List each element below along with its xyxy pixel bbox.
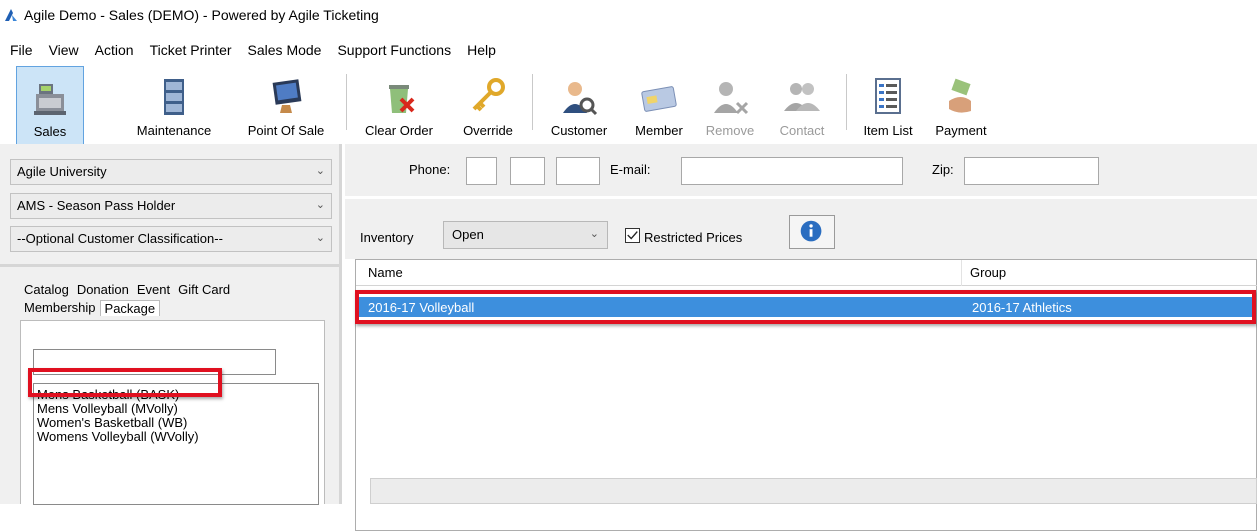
- tab-event[interactable]: Event: [133, 282, 174, 297]
- item-list-icon: [875, 78, 901, 114]
- left-panel: Agile University ⌄ AMS - Season Pass Hol…: [0, 144, 342, 505]
- phone-label: Phone:: [409, 162, 451, 177]
- chevron-down-icon: ⌄: [315, 199, 325, 211]
- menu-ticket-printer[interactable]: Ticket Printer: [142, 42, 240, 58]
- inventory-bar: Inventory Open ⌄ Restricted Prices: [345, 199, 1257, 259]
- email-label: E-mail:: [610, 162, 651, 177]
- menu-help[interactable]: Help: [459, 42, 504, 58]
- package-tab-content: Mens Basketball (BASK) Mens Volleyball (…: [20, 320, 325, 505]
- trash-can-icon: [389, 85, 415, 113]
- customer-search-bar: Phone: E-mail: Zip:: [345, 144, 1257, 196]
- tab-package[interactable]: Package: [99, 300, 161, 316]
- zip-label: Zip:: [932, 162, 954, 177]
- chevron-down-icon: ⌄: [315, 165, 325, 177]
- price-type-select[interactable]: AMS - Season Pass Holder ⌄: [10, 193, 332, 219]
- chevron-down-icon: ⌄: [589, 228, 599, 240]
- tab-row-2: Membership Package: [20, 300, 161, 316]
- point-of-sale-button[interactable]: Point Of Sale: [236, 66, 336, 144]
- key-icon: [472, 78, 505, 112]
- package-list[interactable]: Mens Basketball (BASK) Mens Volleyball (…: [33, 383, 319, 505]
- column-header-name[interactable]: Name: [368, 265, 403, 280]
- toolbar-separator: [532, 74, 533, 130]
- info-icon: [800, 220, 822, 242]
- toolbar-separator: [346, 74, 347, 130]
- info-button[interactable]: [789, 215, 835, 249]
- sales-button[interactable]: Sales: [16, 66, 84, 146]
- tab-row-1: Catalog Donation Event Gift Card: [20, 282, 234, 297]
- clear-order-button[interactable]: Clear Order: [354, 66, 444, 144]
- customer-button[interactable]: Customer: [540, 66, 618, 144]
- agile-logo-icon: [5, 9, 17, 21]
- row-highlight-box: [355, 290, 1256, 324]
- restricted-prices-label: Restricted Prices: [644, 230, 743, 245]
- tab-catalog[interactable]: Catalog: [20, 282, 73, 297]
- inventory-label: Inventory: [360, 230, 414, 245]
- column-divider: [961, 260, 962, 286]
- touchscreen-icon: [272, 79, 302, 113]
- file-cabinet-icon: [164, 79, 184, 115]
- member-card-icon: [641, 86, 677, 112]
- title-bar: Agile Demo - Sales (DEMO) - Powered by A…: [0, 0, 1257, 30]
- remove-button[interactable]: Remove: [696, 66, 764, 144]
- menu-action[interactable]: Action: [87, 42, 142, 58]
- bottom-panel: [370, 478, 1257, 504]
- menu-view[interactable]: View: [41, 42, 87, 58]
- remove-customer-icon: [714, 82, 749, 115]
- toolbar: Sales Maintenance Point Of Sale Clear Or…: [0, 64, 1257, 146]
- contacts-icon: [784, 83, 820, 111]
- payment-hand-icon: [949, 78, 971, 113]
- window-title: Agile Demo - Sales (DEMO) - Powered by A…: [24, 7, 379, 23]
- menu-file[interactable]: File: [2, 42, 41, 58]
- tab-donation[interactable]: Donation: [73, 282, 133, 297]
- phone-area-code-input[interactable]: [466, 157, 497, 185]
- customer-classification-select[interactable]: --Optional Customer Classification-- ⌄: [10, 226, 332, 252]
- maintenance-button[interactable]: Maintenance: [124, 66, 224, 144]
- phone-prefix-input[interactable]: [510, 157, 545, 185]
- chevron-down-icon: ⌄: [315, 232, 325, 244]
- customer-search-icon: [563, 82, 598, 116]
- tab-gift-card[interactable]: Gift Card: [174, 282, 234, 297]
- email-input[interactable]: [681, 157, 903, 185]
- inventory-select[interactable]: Open ⌄: [443, 221, 608, 249]
- zip-input[interactable]: [964, 157, 1099, 185]
- phone-line-input[interactable]: [556, 157, 600, 185]
- item-list-button[interactable]: Item List: [852, 66, 924, 144]
- contact-button[interactable]: Contact: [768, 66, 836, 144]
- toolbar-separator: [846, 74, 847, 130]
- package-highlight-box: [28, 368, 222, 397]
- list-item[interactable]: Women's Basketball (WB): [37, 416, 315, 430]
- payment-button[interactable]: Payment: [926, 66, 996, 144]
- list-item[interactable]: Womens Volleyball (WVolly): [37, 430, 315, 444]
- list-item[interactable]: Mens Volleyball (MVolly): [37, 402, 315, 416]
- column-header-group[interactable]: Group: [970, 265, 1006, 280]
- organization-select[interactable]: Agile University ⌄: [10, 159, 332, 185]
- menu-bar: File View Action Ticket Printer Sales Mo…: [0, 38, 504, 62]
- panel-splitter[interactable]: [0, 264, 342, 267]
- tab-membership[interactable]: Membership: [20, 300, 100, 316]
- restricted-prices-checkbox[interactable]: [625, 228, 640, 243]
- menu-support-functions[interactable]: Support Functions: [329, 42, 459, 58]
- override-button[interactable]: Override: [452, 66, 524, 144]
- cash-register-icon: [34, 84, 66, 115]
- checkmark-icon: [627, 231, 638, 240]
- menu-sales-mode[interactable]: Sales Mode: [240, 42, 330, 58]
- member-button[interactable]: Member: [624, 66, 694, 144]
- grid-header: Name Group: [356, 260, 1257, 286]
